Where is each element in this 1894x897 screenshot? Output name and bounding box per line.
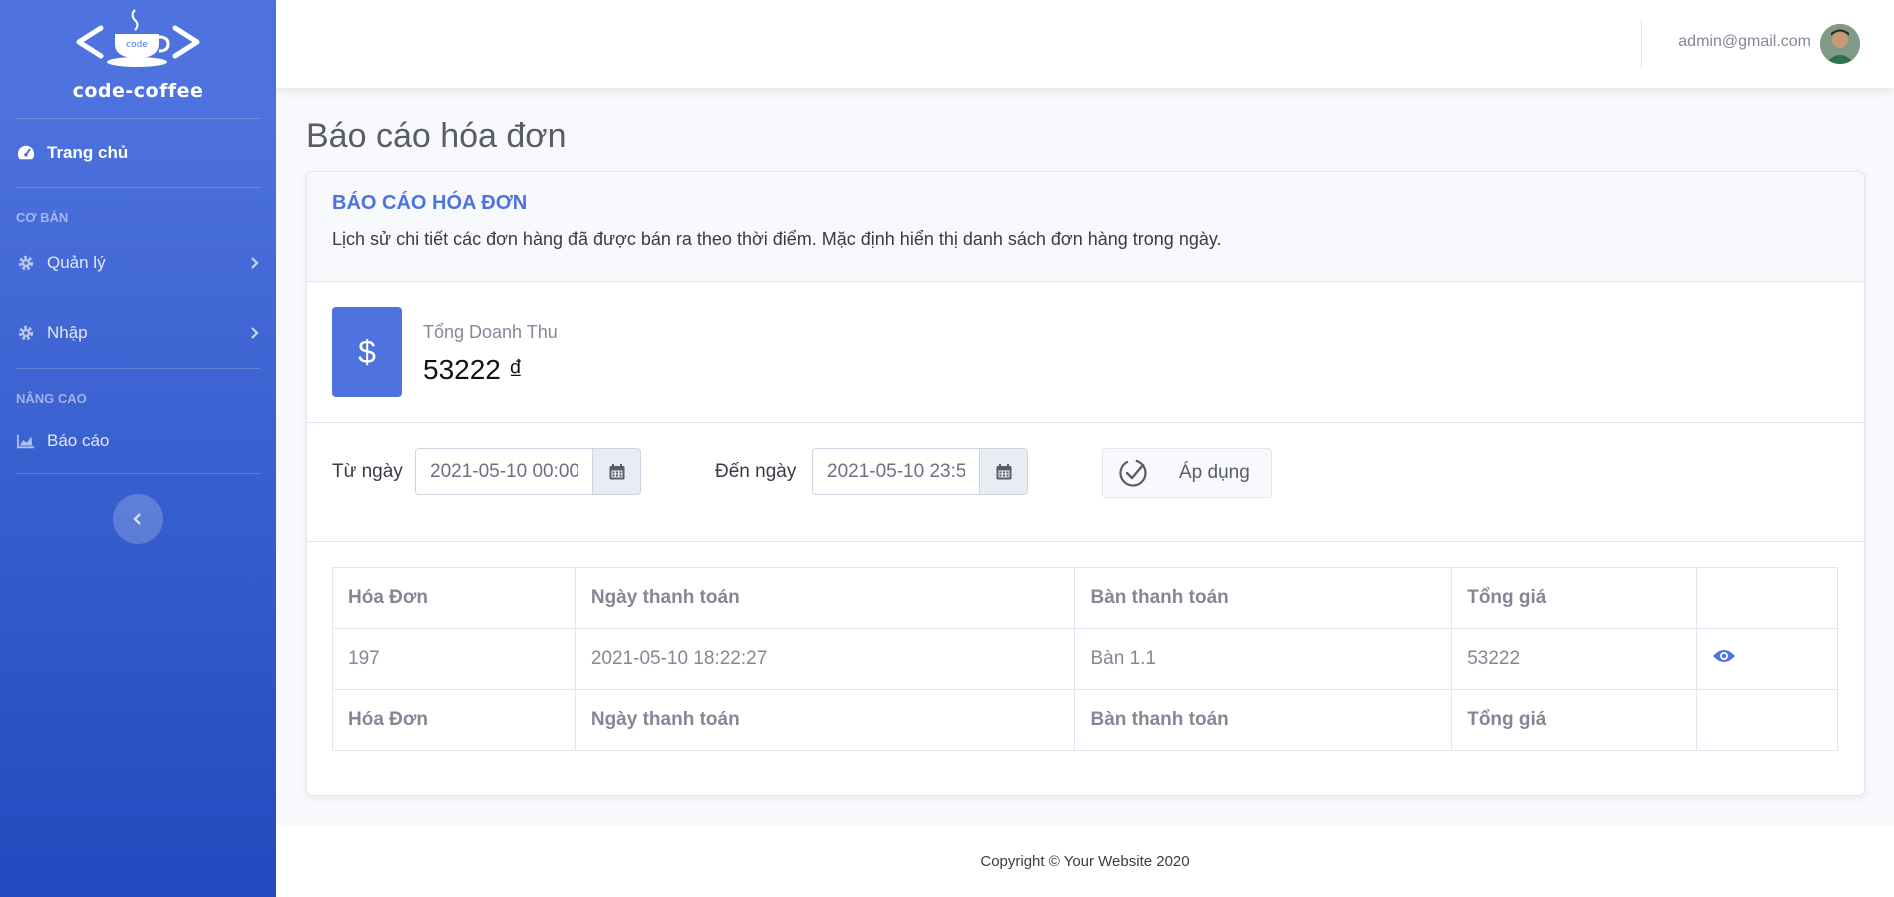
invoice-table: Hóa Đơn Ngày thanh toán Bàn thanh toán T… xyxy=(332,567,1838,751)
sidebar: code code-coffee Trang chủ Cơ bản Quản l… xyxy=(0,0,276,897)
sidebar-item-import[interactable]: Nhập xyxy=(0,298,276,368)
sidebar-divider xyxy=(16,473,260,474)
sidebar-item-home[interactable]: Trang chủ xyxy=(0,119,276,187)
sidebar-item-label: Quản lý xyxy=(47,253,106,272)
page-title: Báo cáo hóa đơn xyxy=(306,117,567,155)
user-email[interactable]: admin@gmail.com xyxy=(1678,33,1811,51)
calendar-icon[interactable] xyxy=(592,449,640,494)
eye-icon[interactable] xyxy=(1712,648,1736,664)
topbar-divider xyxy=(1641,20,1642,68)
revenue-label: Tổng Doanh Thu xyxy=(423,322,558,342)
revenue-summary: $ Tổng Doanh Thu 53222 ₫ xyxy=(307,282,1864,423)
avatar[interactable] xyxy=(1820,24,1860,64)
copyright-text: Copyright © Your Website 2020 xyxy=(980,853,1190,870)
table-row: 197 2021-05-10 18:22:27 Bàn 1.1 53222 xyxy=(332,628,1838,690)
chevron-right-icon xyxy=(251,257,259,269)
column-footer: Ngày thanh toán xyxy=(574,689,1076,751)
from-date-input[interactable] xyxy=(416,449,592,494)
calendar-icon[interactable] xyxy=(979,449,1027,494)
column-header[interactable]: Tổng giá xyxy=(1451,567,1698,629)
card-title: BÁO CÁO HÓA ĐƠN xyxy=(332,192,528,214)
invoice-table-wrapper: Hóa Đơn Ngày thanh toán Bàn thanh toán T… xyxy=(332,567,1838,751)
card-description: Lịch sử chi tiết các đơn hàng đã được bá… xyxy=(332,229,1222,249)
sidebar-heading-advanced: Nâng cao xyxy=(16,391,87,406)
apply-button-label: Áp dụng xyxy=(1179,462,1250,483)
apply-button[interactable]: Áp dụng xyxy=(1102,448,1272,498)
column-header xyxy=(1696,567,1838,629)
to-date-group xyxy=(812,448,1028,495)
to-date-input[interactable] xyxy=(813,449,979,494)
sidebar-item-label: Nhập xyxy=(47,323,88,342)
column-header[interactable]: Hóa Đơn xyxy=(332,567,576,629)
sidebar-toggle-button[interactable] xyxy=(113,494,163,544)
chevron-right-icon xyxy=(251,327,259,339)
column-footer: Tổng giá xyxy=(1451,689,1698,751)
date-filter: Từ ngày Đến ngày Áp dụng xyxy=(307,423,1864,542)
sidebar-item-label: Báo cáo xyxy=(47,431,110,450)
payment-date-cell: 2021-05-10 18:22:27 xyxy=(574,628,1076,690)
column-header[interactable]: Bàn thanh toán xyxy=(1074,567,1453,629)
svg-text:code: code xyxy=(126,40,148,50)
card-header: BÁO CÁO HÓA ĐƠN Lịch sử chi tiết các đơn… xyxy=(307,172,1864,282)
revenue-value: 53222 ₫ xyxy=(423,354,524,385)
brand[interactable]: code code-coffee xyxy=(0,0,276,118)
payment-table-cell: Bàn 1.1 xyxy=(1074,628,1453,690)
table-header-row: Hóa Đơn Ngày thanh toán Bàn thanh toán T… xyxy=(332,567,1838,629)
sidebar-heading-basic: Cơ bản xyxy=(16,210,69,225)
check-circle-icon xyxy=(1119,459,1147,487)
column-footer xyxy=(1696,689,1838,751)
total-price-cell: 53222 xyxy=(1451,628,1698,690)
coffee-logo-icon: code xyxy=(76,9,200,67)
from-date-group xyxy=(415,448,641,495)
cog-icon xyxy=(16,323,36,343)
from-date-label: Từ ngày xyxy=(332,461,403,482)
chart-area-icon xyxy=(16,431,36,451)
chevron-left-icon xyxy=(133,513,141,525)
cog-icon xyxy=(16,253,36,273)
to-date-label: Đến ngày xyxy=(715,461,797,482)
column-footer: Bàn thanh toán xyxy=(1074,689,1453,751)
dollar-icon: $ xyxy=(332,307,402,397)
footer: Copyright © Your Website 2020 xyxy=(276,826,1894,897)
table-footer-row: Hóa Đơn Ngày thanh toán Bàn thanh toán T… xyxy=(332,689,1838,751)
sidebar-item-reports[interactable]: Báo cáo xyxy=(0,409,276,473)
column-footer: Hóa Đơn xyxy=(332,689,576,751)
tachometer-icon xyxy=(16,143,36,163)
report-card: BÁO CÁO HÓA ĐƠN Lịch sử chi tiết các đơn… xyxy=(306,171,1865,796)
actions-cell xyxy=(1696,628,1838,690)
invoice-id-cell: 197 xyxy=(332,628,576,690)
column-header[interactable]: Ngày thanh toán xyxy=(574,567,1076,629)
sidebar-item-label: Trang chủ xyxy=(47,143,129,162)
sidebar-item-manage[interactable]: Quản lý xyxy=(0,228,276,298)
brand-name: code-coffee xyxy=(72,80,204,102)
topbar: admin@gmail.com xyxy=(276,0,1894,88)
